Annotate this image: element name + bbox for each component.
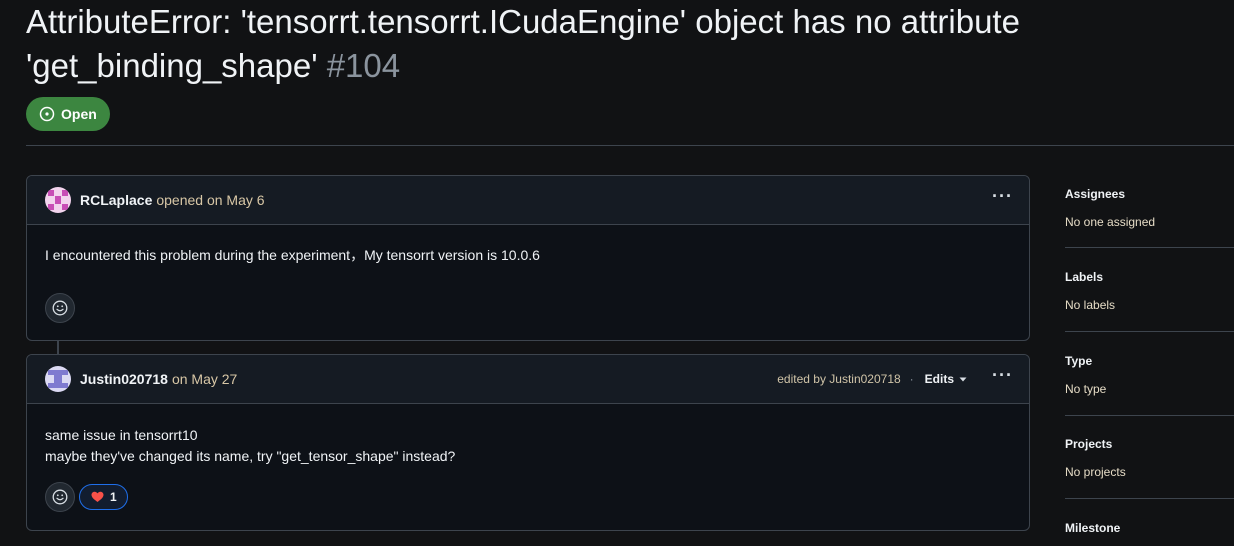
edits-dropdown-button[interactable]: Edits [925,372,968,386]
avatar-justin020718[interactable] [45,366,71,392]
sidebar-projects: Projects No projects [1065,435,1234,481]
comment-author[interactable]: Justin020718 [80,371,168,387]
smiley-icon [52,300,68,316]
sidebar-milestone: Milestone [1065,519,1234,537]
add-reaction-button[interactable] [45,482,75,512]
sidebar-divider [1065,331,1234,332]
sidebar-divider [1065,415,1234,416]
comment-reply: Justin020718 on May 27 edited by Justin0… [26,354,1030,531]
comment-action: on May 27 [171,371,238,387]
milestone-heading[interactable]: Milestone [1065,519,1234,537]
comment-text-line: maybe they've changed its name, try "get… [45,448,456,464]
comment-text-line: I encountered this problem during the ex… [45,247,540,263]
heart-icon [91,491,104,502]
comment-author[interactable]: RCLaplace [80,192,152,208]
sidebar-divider [1065,247,1234,248]
sidebar-type: Type No type [1065,352,1234,398]
kebab-menu-icon[interactable]: ··· [992,366,1013,388]
reaction-count: 1 [110,490,117,504]
projects-value: No projects [1065,465,1126,479]
smiley-icon [52,489,68,505]
assignees-heading[interactable]: Assignees [1065,185,1234,203]
sidebar-assignees: Assignees No one assigned [1065,185,1234,231]
state-badge-open: Open [26,97,110,131]
kebab-menu-icon[interactable]: ··· [992,187,1013,209]
projects-heading[interactable]: Projects [1065,435,1234,453]
labels-value: No labels [1065,298,1116,312]
issue-title: AttributeError: 'tensorrt.tensorrt.ICuda… [26,0,1226,88]
header-divider [26,145,1234,146]
comment-text-line: same issue in tensorrt10 [45,427,198,443]
assignees-value: No one assigned [1065,215,1156,229]
comment-header: Justin020718 on May 27 edited by Justin0… [27,355,1029,404]
labels-heading[interactable]: Labels [1065,268,1234,286]
sidebar-labels: Labels No labels [1065,268,1234,314]
add-reaction-button[interactable] [45,293,75,323]
edited-by-text: edited by Justin020718 [777,372,901,386]
reaction-row [45,293,75,323]
avatar-rclaplace[interactable] [45,187,71,213]
issue-title-text: AttributeError: 'tensorrt.tensorrt.ICuda… [26,3,1020,84]
issue-number: #104 [326,47,401,84]
comment-header: RCLaplace opened on May 6 ··· [27,176,1029,225]
type-value: No type [1065,382,1107,396]
separator-dot: · [909,372,914,386]
comment-body: I encountered this problem during the ex… [27,225,1029,266]
edits-label: Edits [924,372,955,386]
type-heading[interactable]: Type [1065,352,1234,370]
triangle-down-icon [959,377,967,382]
comment-body: same issue in tensorrt10 maybe they've c… [27,404,1029,467]
state-label: Open [61,106,97,122]
reaction-row: 1 [45,482,128,512]
comment-opening: RCLaplace opened on May 6 ··· I encounte… [26,175,1030,341]
comment-action: opened on May 6 [156,192,265,208]
issue-page: AttributeError: 'tensorrt.tensorrt.ICuda… [0,0,1234,546]
heart-reaction-button[interactable]: 1 [79,484,128,510]
timeline-connector [57,340,59,354]
sidebar-divider [1065,498,1234,499]
issue-opened-icon [39,106,55,122]
